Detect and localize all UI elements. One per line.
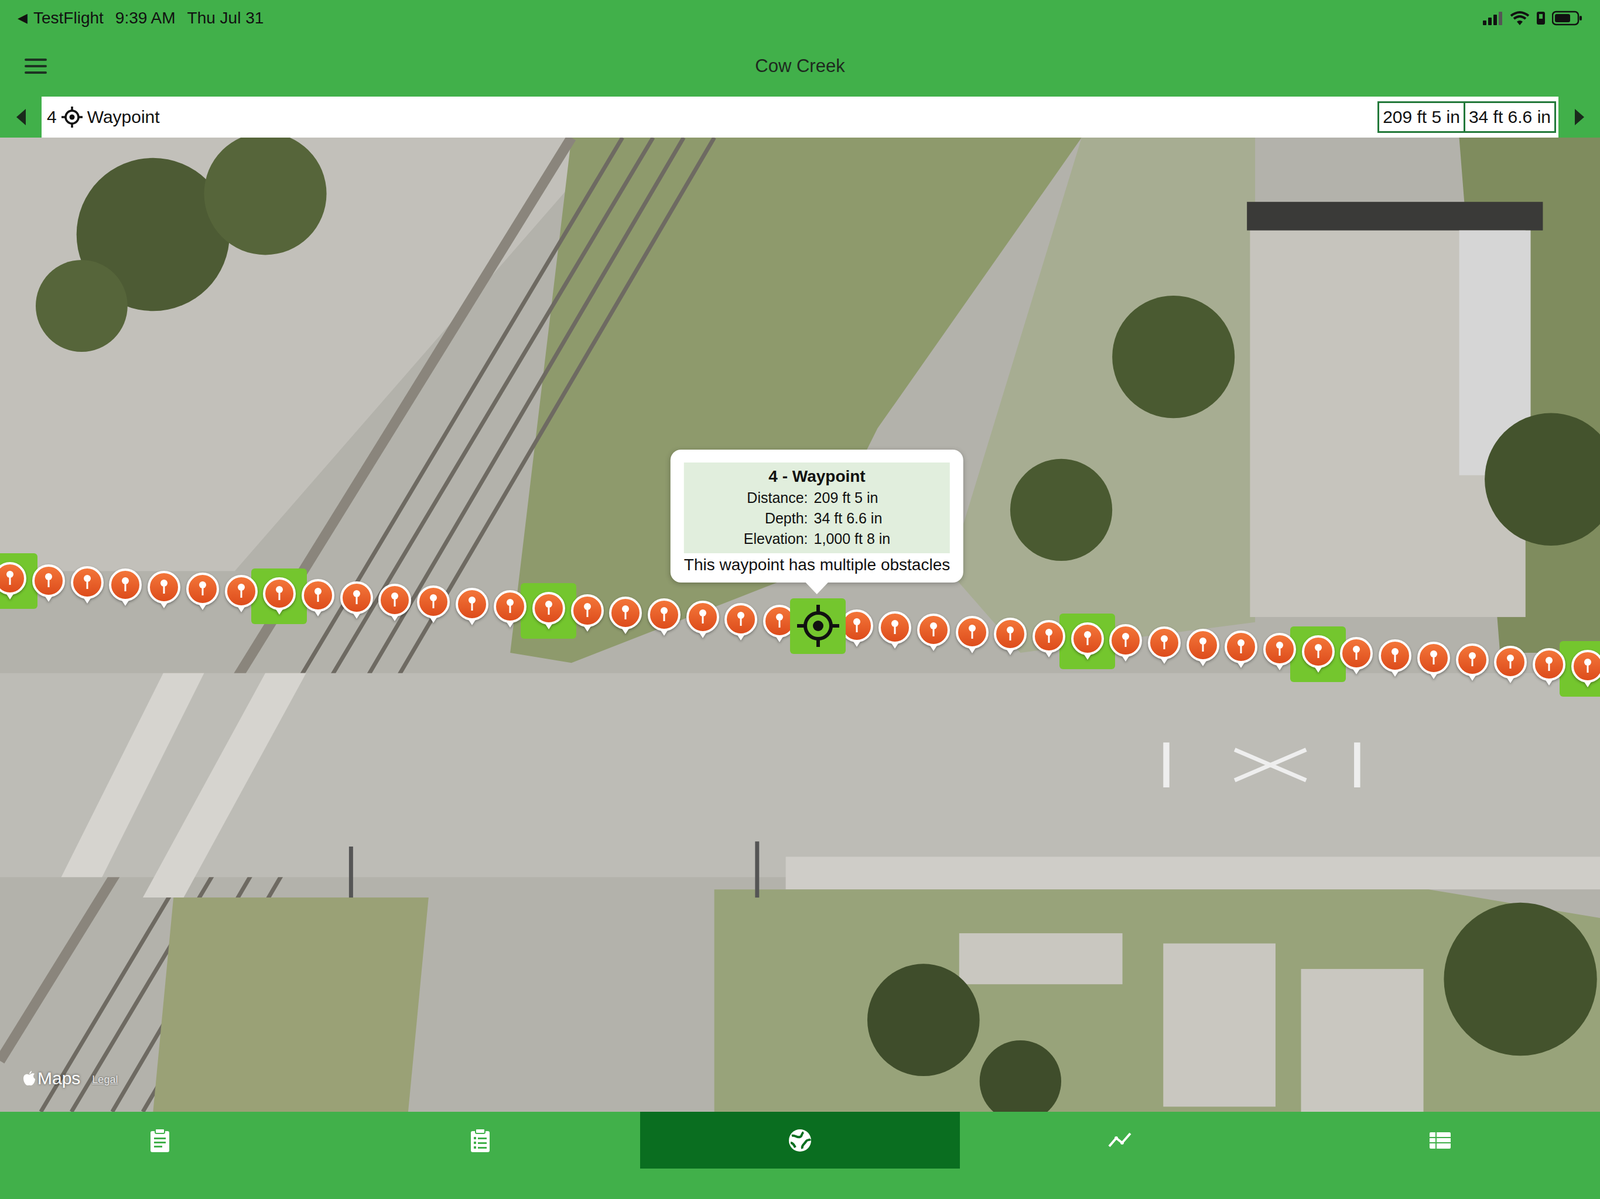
map-pin-icon[interactable]	[992, 616, 1028, 658]
clipboard-icon[interactable]	[146, 1127, 173, 1154]
status-left: ◀ TestFlight 9:39 AM Thu Jul 31	[17, 8, 264, 28]
map-pin-icon[interactable]	[1185, 627, 1221, 669]
tab-bar	[0, 1112, 1600, 1199]
left-arrow-icon[interactable]	[15, 108, 27, 126]
list-icon[interactable]	[1427, 1127, 1454, 1154]
wifi-icon	[1509, 10, 1530, 26]
tab-bar-item[interactable]	[0, 1112, 320, 1169]
map-pin-icon[interactable]	[300, 578, 336, 620]
map-pin-icon[interactable]	[69, 565, 105, 607]
map-pin-icon[interactable]	[0, 561, 28, 603]
checklist-icon[interactable]	[467, 1127, 494, 1154]
depth-value: 34 ft 6.6 in	[1465, 101, 1557, 133]
back-arrow[interactable]: ◀	[17, 10, 28, 26]
target-icon	[60, 105, 84, 129]
distance-value: 209 ft 5 in	[1377, 101, 1466, 133]
map[interactable]: 4 - Waypoint Distance: 209 ft 5 in Depth: 34…	[0, 137, 1600, 1113]
previous-waypoint-button[interactable]	[0, 96, 42, 138]
waypoint-label: Waypoint	[87, 107, 160, 128]
menu-button[interactable]	[0, 57, 755, 75]
maps-logo-text: Maps	[37, 1068, 81, 1089]
legal-link[interactable]: Legal	[91, 1074, 118, 1089]
map-pin-icon[interactable]	[1454, 642, 1490, 684]
waypoint-field[interactable]: 4 Waypoint 209 ft 5 in34 ft 6.6 in	[41, 96, 1559, 138]
map-pin-icon[interactable]	[1416, 640, 1452, 682]
hamburger-icon[interactable]	[24, 57, 47, 75]
map-pin-icon[interactable]	[492, 589, 528, 631]
next-waypoint-button[interactable]	[1558, 96, 1600, 138]
back-app-name[interactable]: TestFlight	[33, 8, 104, 28]
status-icons	[1482, 10, 1583, 26]
waypoint-bar: 4 Waypoint 209 ft 5 in34 ft 6.6 in	[0, 96, 1600, 138]
map-pin-icon[interactable]	[1146, 625, 1182, 667]
callout-pointer	[805, 582, 829, 595]
globe-icon[interactable]	[787, 1127, 813, 1154]
map-pin-icon[interactable]	[1069, 621, 1106, 663]
tab-bar-item[interactable]	[1280, 1112, 1600, 1169]
map-pin-icon[interactable]	[185, 571, 221, 613]
map-pin-icon[interactable]	[261, 576, 297, 618]
map-pin-icon[interactable]	[1300, 634, 1336, 676]
map-pin-icon[interactable]	[915, 612, 952, 654]
screen-title: Cow Creek	[754, 55, 845, 77]
map-pin-icon[interactable]	[415, 584, 451, 626]
map-pin-icon[interactable]	[1338, 636, 1374, 678]
map-pin-icon[interactable]	[339, 580, 375, 622]
header: ◀ TestFlight 9:39 AM Thu Jul 31 Cow Creek 4 Wa…	[0, 0, 1600, 138]
back-to-app[interactable]: ◀ TestFlight	[17, 8, 104, 28]
waypoint-values: 209 ft 5 in34 ft 6.6 in	[1377, 101, 1559, 133]
callout-rows: Distance: 209 ft 5 in Depth: 34 ft 6.6 in El…	[743, 489, 891, 548]
callout-row-label: Elevation:	[743, 530, 809, 548]
map-pin-icon[interactable]	[1531, 647, 1567, 689]
map-pin-icon[interactable]	[954, 614, 990, 656]
maps-logo: Maps	[22, 1068, 81, 1089]
line-chart-icon[interactable]	[1106, 1127, 1133, 1154]
waypoint-number: 4	[46, 107, 57, 128]
tab-bar-item[interactable]	[959, 1112, 1280, 1169]
map-pin-icon[interactable]	[1570, 648, 1600, 690]
callout-row-label: Distance:	[743, 489, 809, 507]
callout-row-value: 1,000 ft 8 in	[814, 530, 891, 548]
callout-row-value: 34 ft 6.6 in	[814, 510, 891, 528]
map-pin-icon[interactable]	[877, 610, 913, 652]
map-pin-icon[interactable]	[1223, 629, 1259, 671]
map-pin-icon[interactable]	[107, 567, 143, 609]
status-date: Thu Jul 31	[187, 8, 265, 28]
map-pin-icon[interactable]	[1492, 644, 1528, 686]
map-pin-icon[interactable]	[569, 593, 605, 635]
map-pin-icon[interactable]	[1377, 638, 1413, 680]
status-time: 9:39 AM	[115, 8, 176, 28]
waypoint-target-icon[interactable]	[794, 602, 842, 650]
map-pin-icon[interactable]	[607, 595, 644, 637]
callout-title: 4 - Waypoint	[768, 467, 866, 487]
map-attribution: Maps Legal	[22, 1068, 118, 1089]
signal-icon	[1482, 11, 1504, 26]
map-pin-icon[interactable]	[146, 569, 182, 611]
map-pin-icon[interactable]	[1262, 631, 1298, 673]
map-pin-icon[interactable]	[223, 573, 259, 615]
map-pin-icon[interactable]	[531, 590, 567, 632]
map-pin-icon[interactable]	[685, 599, 721, 641]
battery-icon	[1551, 10, 1583, 26]
callout-details: 4 - Waypoint Distance: 209 ft 5 in Depth: 34…	[684, 462, 950, 554]
callout-row-value: 209 ft 5 in	[814, 489, 891, 507]
map-pin-icon[interactable]	[1031, 619, 1067, 661]
waypoint-callout: 4 - Waypoint Distance: 209 ft 5 in Depth: 34…	[670, 449, 964, 583]
location-lock-icon	[1535, 10, 1547, 26]
map-pin-icon[interactable]	[1108, 623, 1144, 665]
map-pin-icon[interactable]	[31, 563, 67, 605]
map-pin-icon[interactable]	[454, 586, 490, 628]
right-arrow-icon[interactable]	[1574, 108, 1585, 126]
apple-icon	[22, 1070, 37, 1087]
map-pin-icon[interactable]	[377, 582, 413, 624]
map-pin-icon[interactable]	[723, 602, 759, 644]
callout-row-label: Depth:	[743, 510, 809, 528]
tab-bar-item[interactable]	[640, 1112, 960, 1169]
callout-note: This waypoint has multiple obstacles	[684, 555, 950, 575]
nav-bar: Cow Creek	[0, 35, 1600, 97]
map-pin-icon[interactable]	[646, 597, 682, 639]
status-bar: ◀ TestFlight 9:39 AM Thu Jul 31	[0, 0, 1600, 36]
tab-bar-item[interactable]	[319, 1112, 640, 1169]
